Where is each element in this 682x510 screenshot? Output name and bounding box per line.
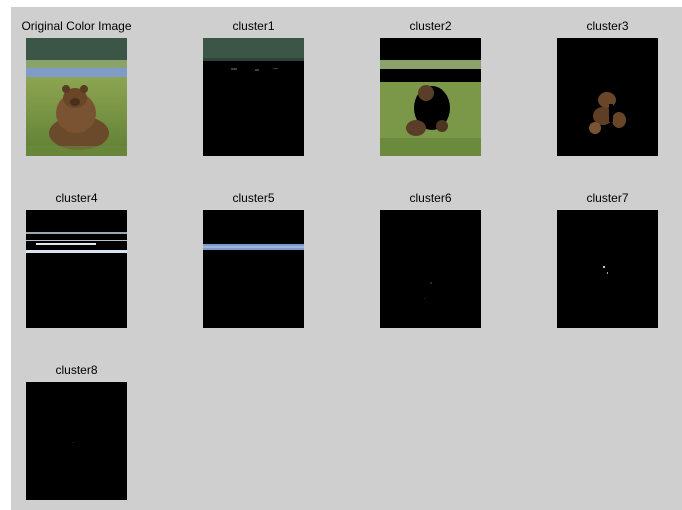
panel-cluster6: cluster6 xyxy=(380,191,481,331)
panel-cluster2: cluster2 xyxy=(380,19,481,159)
cluster2-image xyxy=(380,38,481,156)
cluster6-image xyxy=(380,210,481,328)
panel-title: cluster7 xyxy=(586,191,629,205)
original-image xyxy=(26,38,127,156)
cluster4-image xyxy=(26,210,127,328)
figure-window: Original Color Image cluster1 cluster2 c… xyxy=(11,7,682,510)
cluster1-image xyxy=(203,38,304,156)
panel-cluster7: cluster7 xyxy=(557,191,658,331)
cluster5-image xyxy=(203,210,304,328)
cluster7-image xyxy=(557,210,658,328)
panel-title: cluster1 xyxy=(232,19,275,33)
panel-title: cluster5 xyxy=(232,191,275,205)
panel-cluster8: cluster8 xyxy=(26,363,127,503)
panel-original: Original Color Image xyxy=(21,19,132,159)
panel-title: Original Color Image xyxy=(21,19,132,33)
cluster8-image xyxy=(26,382,127,500)
panel-title: cluster3 xyxy=(586,19,629,33)
panel-cluster3: cluster3 xyxy=(557,19,658,159)
panel-title: cluster4 xyxy=(55,191,98,205)
panel-title: cluster8 xyxy=(55,363,98,377)
cluster3-image xyxy=(557,38,658,156)
panel-cluster5: cluster5 xyxy=(203,191,304,331)
panel-title: cluster2 xyxy=(409,19,452,33)
panel-cluster1: cluster1 xyxy=(203,19,304,159)
panel-title: cluster6 xyxy=(409,191,452,205)
panel-cluster4: cluster4 xyxy=(26,191,127,331)
